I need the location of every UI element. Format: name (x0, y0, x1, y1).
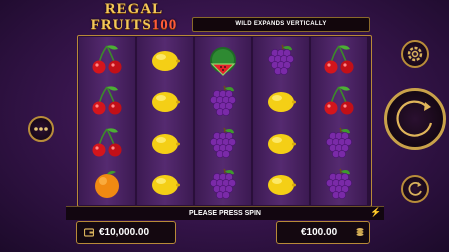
feature-banner: WILD EXPANDS VERTICALLY (192, 17, 370, 32)
turbo-icon[interactable]: ⚡ (370, 207, 381, 218)
reel-area[interactable] (77, 35, 372, 207)
orange-symbol (87, 166, 127, 202)
balance-value: €10,000.00 (99, 227, 150, 238)
cherry-symbol (87, 42, 127, 78)
grapes-symbol (203, 125, 243, 161)
coins-icon (356, 228, 364, 236)
grapes-symbol (261, 42, 301, 78)
logo-line-2: FRUITS100 (78, 18, 190, 33)
more-menu-button[interactable] (28, 116, 54, 142)
lemon-symbol (261, 125, 301, 161)
game-logo: REGAL FRUITS100 (78, 2, 190, 36)
spin-icon (396, 100, 433, 137)
grapes-symbol (319, 166, 359, 202)
grapes-symbol (319, 125, 359, 161)
cherry-symbol (319, 42, 359, 78)
wallet-icon (84, 228, 94, 237)
grapes-symbol (203, 83, 243, 119)
settings-button[interactable] (401, 40, 429, 68)
spin-button[interactable] (384, 88, 446, 150)
reel-3 (195, 37, 251, 205)
logo-line-2-text: FRUITS (90, 17, 152, 33)
logo-line-1: REGAL (104, 1, 164, 17)
lemon-symbol (145, 42, 185, 78)
reel-1 (79, 37, 135, 205)
reel-2 (137, 37, 193, 205)
cherry-symbol (87, 125, 127, 161)
lemon-symbol (145, 166, 185, 202)
status-bar: PLEASE PRESS SPIN (66, 206, 384, 220)
lemon-symbol (261, 83, 301, 119)
more-icon (34, 127, 48, 131)
lemon-symbol (145, 125, 185, 161)
autoplay-button[interactable] (401, 175, 429, 203)
gear-icon (407, 46, 423, 62)
watermelon-symbol (203, 42, 243, 78)
grapes-symbol (203, 166, 243, 202)
bet-display[interactable]: €100.00 (276, 221, 370, 244)
autoplay-icon (408, 181, 422, 196)
balance-display: €10,000.00 (76, 221, 176, 244)
reel-4 (253, 37, 309, 205)
bet-value: €100.00 (301, 227, 338, 238)
cherry-symbol (319, 83, 359, 119)
lemon-symbol (261, 166, 301, 202)
lemon-symbol (145, 83, 185, 119)
reel-5 (311, 37, 367, 205)
logo-number: 100 (151, 17, 178, 33)
cherry-symbol (87, 83, 127, 119)
